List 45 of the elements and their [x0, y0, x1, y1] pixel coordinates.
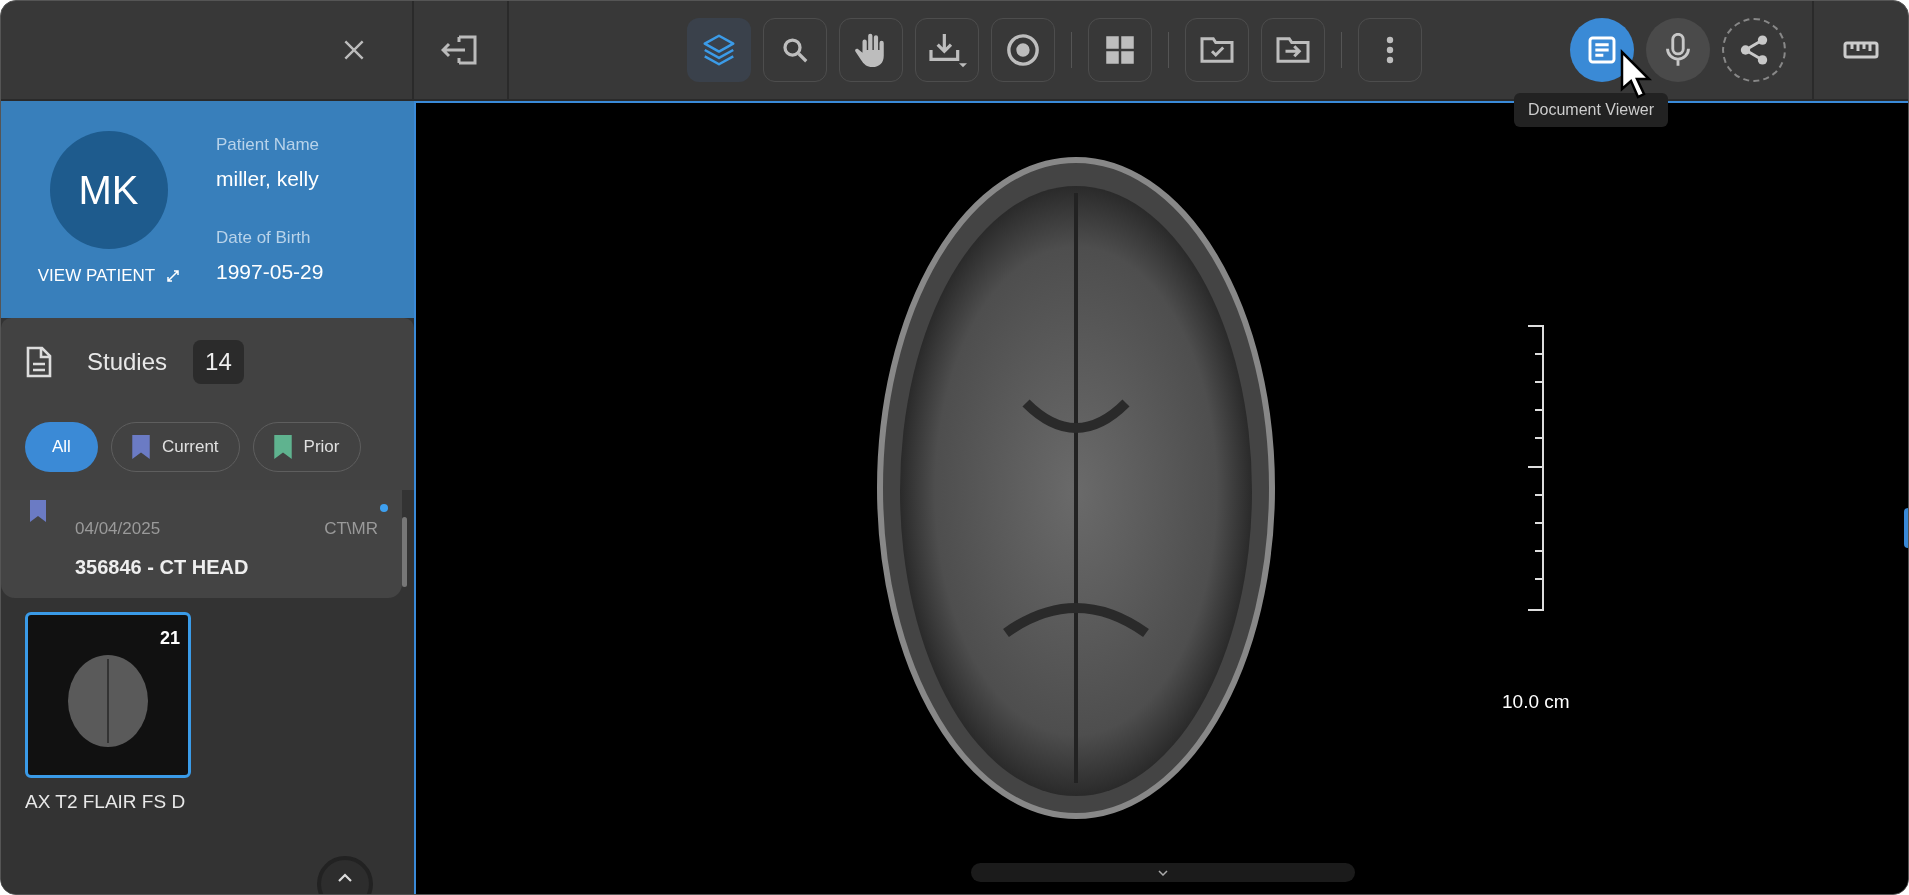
tool-button[interactable]: [763, 18, 827, 82]
tool-button[interactable]: [1722, 18, 1786, 82]
tool-button[interactable]: [1088, 18, 1152, 82]
pointer-cursor-icon: [1619, 49, 1653, 101]
patient-name: miller, kelly: [216, 166, 320, 192]
expand-icon: [167, 269, 180, 282]
filter-chip[interactable]: All: [25, 422, 98, 472]
grid-icon: [1105, 35, 1135, 65]
series-thumbnail[interactable]: 21: [25, 612, 191, 778]
more-icon: [1386, 36, 1394, 64]
bottom-panel-toggle[interactable]: [971, 863, 1355, 882]
tool-button[interactable]: [991, 18, 1055, 82]
study-date: 04/04/2025: [75, 518, 161, 540]
date-of-birth-label: Date of Birth: [216, 226, 312, 249]
studies-title: Studies: [87, 347, 168, 377]
bookmark-icon: [273, 435, 292, 459]
viewport-edge-handle[interactable]: [1904, 508, 1908, 548]
image-count: 21: [159, 627, 180, 650]
tool-button[interactable]: [1261, 18, 1325, 82]
scale-label: 10.0 cm: [1502, 690, 1570, 714]
tool-button[interactable]: [839, 18, 903, 82]
tool-button[interactable]: [915, 18, 979, 82]
chevron-up-icon: [337, 873, 353, 883]
date-of-birth: 1997-05-29: [216, 259, 324, 285]
document-icon: [25, 345, 53, 379]
study-modality: CT\MR: [324, 518, 378, 540]
view-patient-link[interactable]: VIEW PATIENT: [37, 262, 180, 289]
series-label: AX T2 FLAIR FS D: [25, 790, 187, 814]
document-icon: [1586, 34, 1618, 66]
ruler-icon: [1843, 40, 1879, 60]
microphone-icon: [1665, 33, 1691, 67]
bookmark-icon: [131, 435, 150, 459]
tool-button[interactable]: [1185, 18, 1249, 82]
search-icon: [780, 35, 810, 65]
target-icon: [1006, 33, 1040, 67]
study-title: 356846 - CT HEAD: [75, 554, 250, 580]
folder-check-icon: [1199, 35, 1235, 65]
patient-avatar: MK: [49, 130, 168, 249]
folder-arrow-icon: [1275, 35, 1311, 65]
studies-count: 14: [193, 340, 244, 384]
study-card[interactable]: 04/04/2025 CT\MR 356846 - CT HEAD: [1, 490, 402, 598]
patient-name-label: Patient Name: [216, 133, 320, 156]
scrollbar-thumb[interactable]: [402, 517, 407, 587]
tooltip: Document Viewer: [1514, 93, 1668, 127]
chevron-down-icon: [1158, 869, 1168, 876]
